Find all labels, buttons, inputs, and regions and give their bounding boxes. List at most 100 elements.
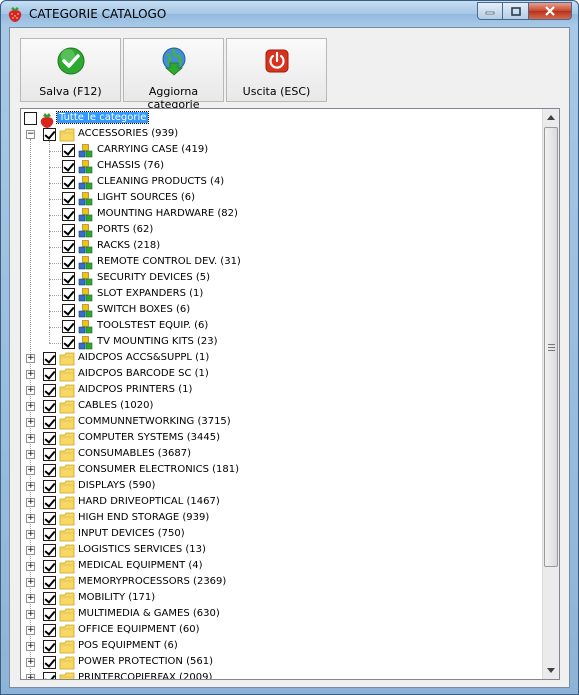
tree-checkbox[interactable] [43, 128, 56, 141]
tree-category-item[interactable]: + CABLES (1020) [21, 399, 541, 415]
collapse-toggle[interactable]: − [26, 130, 35, 139]
expand-toggle[interactable]: + [26, 546, 35, 555]
tree-checkbox[interactable] [43, 384, 56, 397]
expand-toggle[interactable]: + [26, 450, 35, 459]
scrollbar-thumb[interactable] [544, 127, 558, 567]
tree-checkbox[interactable] [43, 528, 56, 541]
scroll-up-arrow[interactable] [543, 109, 559, 126]
tree-checkbox[interactable] [62, 336, 75, 349]
tree-category-item[interactable]: + MEMORYPROCESSORS (2369) [21, 575, 541, 591]
maximize-button[interactable] [503, 2, 529, 20]
tree-category-item[interactable]: − ACCESSORIES (939) [21, 127, 541, 143]
tree-subcategory-item[interactable]: SWITCH BOXES (6) [21, 303, 541, 319]
expand-toggle[interactable]: + [26, 386, 35, 395]
title-bar[interactable]: CATEGORIE CATALOGO [1, 1, 578, 27]
tree-subcategory-item[interactable]: MOUNTING HARDWARE (82) [21, 207, 541, 223]
tree-category-item[interactable]: + AIDCPOS PRINTERS (1) [21, 383, 541, 399]
tree-subcategory-item[interactable]: CHASSIS (76) [21, 159, 541, 175]
tree-checkbox[interactable] [62, 144, 75, 157]
tree-checkbox[interactable] [43, 496, 56, 509]
expand-toggle[interactable]: + [26, 642, 35, 651]
tree-checkbox[interactable] [43, 576, 56, 589]
update-categories-button[interactable]: Aggiorna categorie [123, 38, 224, 111]
tree-checkbox[interactable] [43, 640, 56, 653]
tree-checkbox[interactable] [62, 160, 75, 173]
tree-checkbox[interactable] [62, 320, 75, 333]
save-button[interactable]: Salva (F12) [20, 38, 121, 102]
expand-toggle[interactable]: + [26, 370, 35, 379]
expand-toggle[interactable]: + [26, 514, 35, 523]
expand-toggle[interactable]: + [26, 562, 35, 571]
tree-checkbox[interactable] [43, 560, 56, 573]
tree-subcategory-item[interactable]: SLOT EXPANDERS (1) [21, 287, 541, 303]
tree-checkbox[interactable] [43, 480, 56, 493]
expand-toggle[interactable]: + [26, 354, 35, 363]
scroll-down-arrow[interactable] [543, 662, 559, 679]
expand-toggle[interactable]: + [26, 626, 35, 635]
tree-subcategory-item[interactable]: PORTS (62) [21, 223, 541, 239]
tree-category-item[interactable]: + OFFICE EQUIPMENT (60) [21, 623, 541, 639]
expand-toggle[interactable]: + [26, 610, 35, 619]
tree-category-item[interactable]: + LOGISTICS SERVICES (13) [21, 543, 541, 559]
minimize-button[interactable] [477, 2, 503, 20]
tree-category-item[interactable]: + INPUT DEVICES (750) [21, 527, 541, 543]
tree-checkbox[interactable] [43, 352, 56, 365]
expand-toggle[interactable]: + [26, 498, 35, 507]
tree-category-item[interactable]: + AIDCPOS ACCS&SUPPL (1) [21, 351, 541, 367]
tree-checkbox[interactable] [43, 448, 56, 461]
tree-category-item[interactable]: + CONSUMER ELECTRONICS (181) [21, 463, 541, 479]
tree-subcategory-item[interactable]: RACKS (218) [21, 239, 541, 255]
tree-checkbox[interactable] [62, 240, 75, 253]
exit-button[interactable]: Uscita (ESC) [226, 38, 327, 102]
tree-category-item[interactable]: + DISPLAYS (590) [21, 479, 541, 495]
tree-category-item[interactable]: + PRINTERCOPIERFAX (2009) [21, 671, 541, 679]
tree-checkbox[interactable] [62, 272, 75, 285]
tree-checkbox[interactable] [62, 192, 75, 205]
expand-toggle[interactable]: + [26, 658, 35, 667]
tree-category-item[interactable]: + POWER PROTECTION (561) [21, 655, 541, 671]
tree-checkbox[interactable] [43, 464, 56, 477]
tree-checkbox[interactable] [62, 224, 75, 237]
tree-subcategory-item[interactable]: TOOLSTEST EQUIP. (6) [21, 319, 541, 335]
expand-toggle[interactable]: + [26, 402, 35, 411]
tree-category-item[interactable]: + HIGH END STORAGE (939) [21, 511, 541, 527]
tree-checkbox[interactable] [62, 288, 75, 301]
tree-category-item[interactable]: + AIDCPOS BARCODE SC (1) [21, 367, 541, 383]
expand-toggle[interactable]: + [26, 482, 35, 491]
tree-category-item[interactable]: + MOBILITY (171) [21, 591, 541, 607]
tree-root-item[interactable]: Tutte le categorie [21, 111, 541, 128]
expand-toggle[interactable]: + [26, 434, 35, 443]
tree-category-item[interactable]: + CONSUMABLES (3687) [21, 447, 541, 463]
tree-checkbox[interactable] [43, 512, 56, 525]
tree-category-item[interactable]: + HARD DRIVEOPTICAL (1467) [21, 495, 541, 511]
tree-checkbox[interactable] [24, 112, 37, 125]
tree-checkbox[interactable] [43, 672, 56, 679]
tree-checkbox[interactable] [62, 176, 75, 189]
tree-checkbox[interactable] [43, 400, 56, 413]
tree-category-item[interactable]: + MULTIMEDIA & GAMES (630) [21, 607, 541, 623]
expand-toggle[interactable]: + [26, 578, 35, 587]
tree-subcategory-item[interactable]: CARRYING CASE (419) [21, 143, 541, 159]
tree-category-item[interactable]: + MEDICAL EQUIPMENT (4) [21, 559, 541, 575]
tree-checkbox[interactable] [43, 624, 56, 637]
tree-subcategory-item[interactable]: CLEANING PRODUCTS (4) [21, 175, 541, 191]
tree-subcategory-item[interactable]: TV MOUNTING KITS (23) [21, 335, 541, 351]
tree-checkbox[interactable] [43, 416, 56, 429]
tree-checkbox[interactable] [43, 544, 56, 557]
expand-toggle[interactable]: + [26, 530, 35, 539]
expand-toggle[interactable]: + [26, 418, 35, 427]
tree-checkbox[interactable] [62, 304, 75, 317]
tree-subcategory-item[interactable]: LIGHT SOURCES (6) [21, 191, 541, 207]
tree-checkbox[interactable] [43, 656, 56, 669]
close-button[interactable] [529, 2, 572, 20]
tree-category-item[interactable]: + COMMUNNETWORKING (3715) [21, 415, 541, 431]
category-tree[interactable]: Tutte le categorie − ACCESSORIES (939) CARR… [20, 108, 560, 680]
tree-subcategory-item[interactable]: REMOTE CONTROL DEV. (31) [21, 255, 541, 271]
tree-category-item[interactable]: + POS EQUIPMENT (6) [21, 639, 541, 655]
tree-subcategory-item[interactable]: SECURITY DEVICES (5) [21, 271, 541, 287]
expand-toggle[interactable]: + [26, 466, 35, 475]
tree-checkbox[interactable] [43, 368, 56, 381]
tree-checkbox[interactable] [62, 256, 75, 269]
tree-checkbox[interactable] [43, 608, 56, 621]
tree-checkbox[interactable] [43, 592, 56, 605]
